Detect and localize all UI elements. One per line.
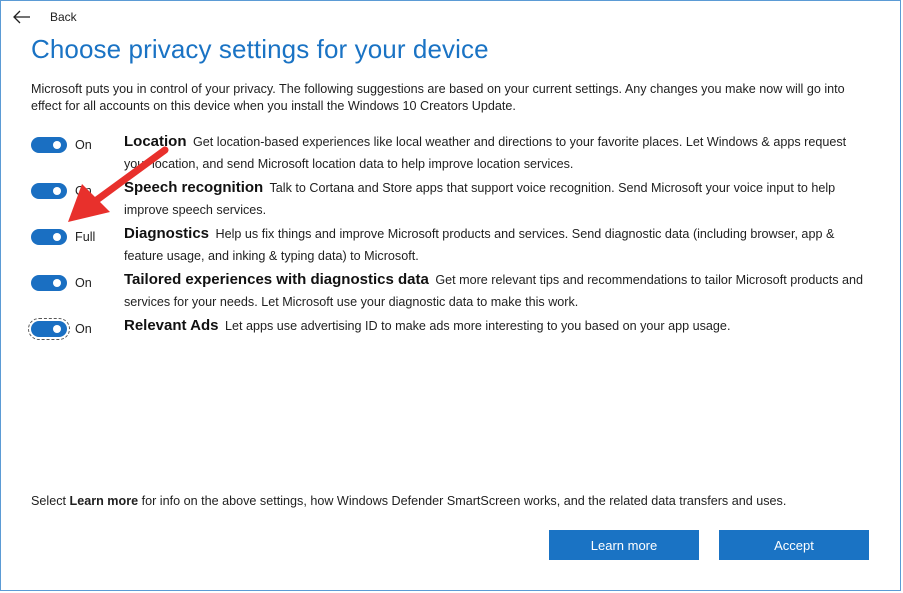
relevant-ads-toggle-group: On	[28, 318, 92, 340]
back-nav: Back	[12, 7, 77, 27]
speech-toggle-group: On	[31, 183, 92, 199]
footer-prefix: Select	[31, 494, 70, 508]
speech-recognition-toggle[interactable]	[31, 183, 67, 199]
location-toggle-group: On	[31, 137, 92, 153]
diagnostics-title: Diagnostics	[124, 225, 210, 242]
diagnostics-state: Full	[75, 230, 96, 244]
toggle-knob	[53, 279, 61, 287]
relevant-ads-title: Relevant Ads	[124, 317, 219, 334]
back-link[interactable]: Back	[50, 10, 77, 24]
relevant-ads-state: On	[75, 322, 92, 336]
footer-note: Select Learn more for info on the above …	[31, 494, 786, 508]
location-title: Location	[124, 133, 187, 150]
toggle-knob	[53, 141, 61, 149]
relevant-ads-text: Let apps use advertising ID to make ads …	[224, 319, 731, 333]
speech-recognition-state: On	[75, 184, 92, 198]
tailored-experiences-description: Tailored experiences with diagnostics da…	[124, 269, 864, 313]
location-description: Location Get location-based experiences …	[124, 131, 864, 175]
relevant-ads-toggle[interactable]	[28, 318, 70, 340]
toggle-knob	[53, 187, 61, 195]
location-toggle[interactable]	[31, 137, 67, 153]
footer-learn-more: Learn more	[69, 494, 139, 508]
tailored-experiences-state: On	[75, 276, 92, 290]
speech-recognition-description: Speech recognition Talk to Cortana and S…	[124, 177, 864, 221]
back-arrow-icon[interactable]	[12, 7, 32, 27]
tailored-experiences-title: Tailored experiences with diagnostics da…	[124, 271, 429, 288]
diagnostics-text: Help us fix things and improve Microsoft…	[124, 227, 835, 263]
intro-text: Microsoft puts you in control of your pr…	[31, 82, 845, 113]
diagnostics-description: Diagnostics Help us fix things and impro…	[124, 223, 864, 267]
location-text: Get location-based experiences like loca…	[124, 135, 847, 171]
tailored-toggle-group: On	[31, 275, 92, 291]
tailored-experiences-toggle[interactable]	[31, 275, 67, 291]
page-title: Choose privacy settings for your device	[31, 34, 489, 64]
location-state: On	[75, 138, 92, 152]
accept-button[interactable]: Accept	[719, 530, 869, 560]
speech-recognition-title: Speech recognition	[124, 179, 264, 196]
toggle-knob	[53, 325, 61, 333]
toggle-knob	[53, 233, 61, 241]
footer-suffix: for info on the above settings, how Wind…	[138, 494, 787, 508]
diagnostics-toggle[interactable]	[31, 229, 67, 245]
relevant-ads-description: Relevant Ads Let apps use advertising ID…	[124, 315, 864, 337]
learn-more-button[interactable]: Learn more	[549, 530, 699, 560]
diagnostics-toggle-group: Full	[31, 229, 95, 245]
